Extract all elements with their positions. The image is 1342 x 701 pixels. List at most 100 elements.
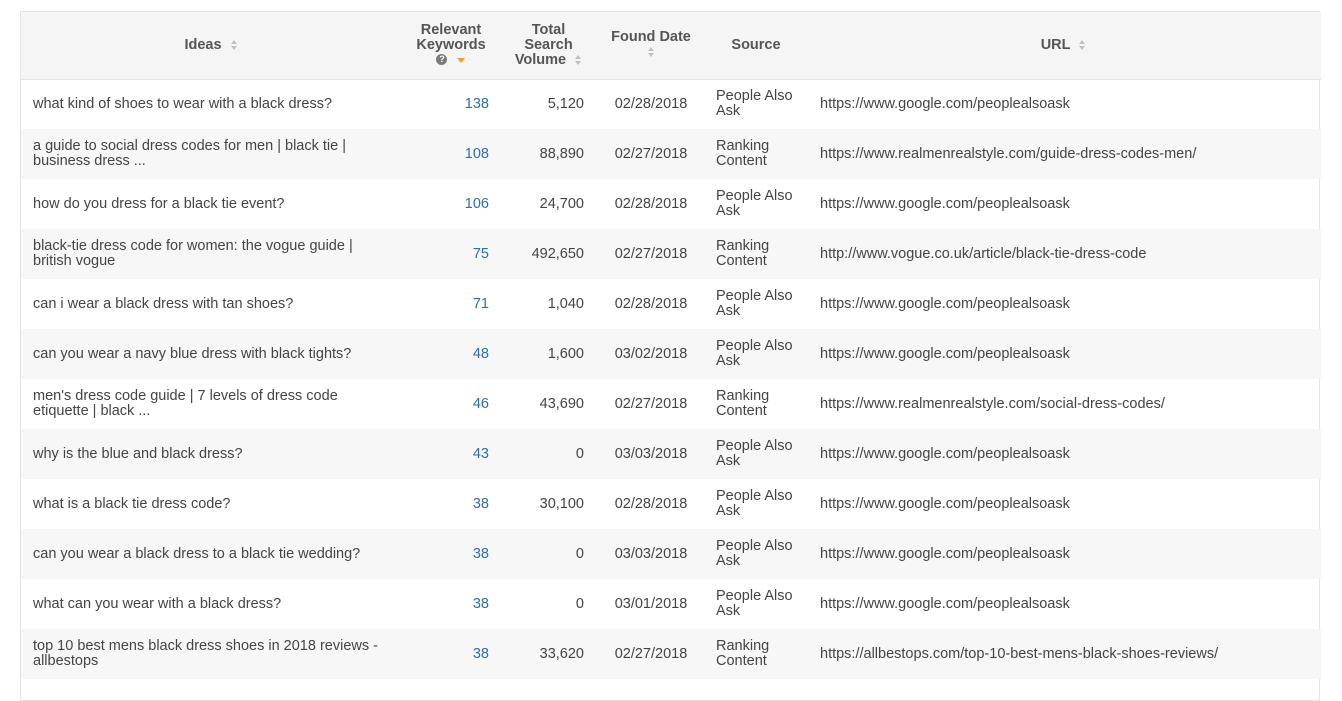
idea-cell: what can you wear with a black dress?	[33, 595, 282, 612]
column-header-found-date[interactable]: Found Date	[596, 12, 706, 80]
search-volume-cell: 30,100	[539, 495, 584, 512]
idea-cell: men's dress code guide | 7 levels of dre…	[33, 388, 338, 419]
source-line-1: Ranking	[716, 638, 770, 654]
source-line-1: People Also	[716, 188, 793, 204]
column-header-source[interactable]: Source	[706, 12, 806, 80]
sort-icon	[230, 39, 237, 50]
source-line-1: People Also	[716, 588, 793, 604]
source-line-2: Content	[716, 653, 767, 669]
source-cell: People Also Ask	[706, 79, 806, 129]
url-cell: https://www.google.com/peoplealsoask	[820, 345, 1070, 362]
source-line-1: Ranking	[716, 238, 770, 254]
source-line-2: Ask	[716, 103, 741, 120]
source-line-2: Ask	[716, 303, 741, 319]
url-cell: https://www.google.com/peoplealsoask	[820, 295, 1070, 312]
idea-cell: top 10 best mens black dress shoes in 20…	[33, 638, 378, 669]
column-header-ideas[interactable]: Ideas	[21, 12, 401, 80]
relevant-keywords-link[interactable]: 38	[401, 629, 501, 679]
table-row[interactable]: what kind of shoes to wear with a black …	[21, 79, 1321, 129]
relevant-keywords-link[interactable]: 48	[401, 329, 501, 379]
source-cell: People Also Ask	[706, 429, 806, 479]
column-header-url[interactable]: URL	[806, 12, 1321, 80]
source-line-1: People Also	[716, 338, 793, 354]
source-cell: Ranking Content	[706, 129, 806, 179]
ideas-table-panel: Ideas Relevant Keywords ? Total Search V…	[20, 11, 1321, 701]
table-row[interactable]: can you wear a black dress to a black ti…	[21, 529, 1321, 579]
relevant-keywords-link[interactable]: 46	[401, 379, 501, 429]
source-line-1: People Also	[716, 288, 793, 304]
relevant-keywords-link[interactable]: 43	[401, 429, 501, 479]
found-date-cell: 02/28/2018	[614, 195, 688, 212]
source-line-2: Content	[716, 253, 767, 269]
source-cell: People Also Ask	[706, 579, 806, 629]
idea-cell: can you wear a black dress to a black ti…	[33, 545, 361, 562]
table-body: what kind of shoes to wear with a black …	[21, 79, 1321, 679]
help-icon[interactable]: ?	[436, 54, 448, 66]
table-row[interactable]: black-tie dress code for women: the vogu…	[21, 229, 1321, 279]
table-row[interactable]: can i wear a black dress with tan shoes?…	[21, 279, 1321, 329]
relevant-keywords-link[interactable]: 38	[401, 579, 501, 629]
source-line-2: Content	[716, 153, 767, 169]
column-header-relevant-keywords[interactable]: Relevant Keywords ?	[401, 12, 501, 80]
source-line-2: Ask	[716, 353, 741, 369]
ideas-header-label: Ideas	[184, 36, 222, 53]
keywords-header-line2: Keywords	[416, 36, 486, 53]
volume-header-line1: Total	[531, 21, 566, 38]
source-line-2: Ask	[716, 503, 741, 519]
source-cell: People Also Ask	[706, 179, 806, 229]
url-cell: https://allbestops.com/top-10-best-mens-…	[820, 645, 1219, 662]
source-cell: Ranking Content	[706, 629, 806, 679]
table-row[interactable]: why is the blue and black dress? 43 0 03/03…	[21, 429, 1321, 479]
search-volume-cell: 24,700	[539, 195, 584, 212]
relevant-keywords-link[interactable]: 75	[401, 229, 501, 279]
source-cell: People Also Ask	[706, 329, 806, 379]
found-date-cell: 02/27/2018	[614, 145, 688, 162]
found-date-cell: 03/03/2018	[614, 545, 688, 562]
relevant-keywords-link[interactable]: 71	[401, 279, 501, 329]
found-date-cell: 02/27/2018	[614, 395, 688, 412]
source-header-label: Source	[731, 36, 781, 53]
relevant-keywords-link[interactable]: 138	[401, 79, 501, 129]
url-cell: http://www.vogue.co.uk/article/black-tie…	[820, 245, 1147, 262]
idea-cell: a guide to social dress codes for men | …	[33, 138, 346, 169]
volume-header-line3: Volume	[514, 51, 567, 68]
ideas-table: Ideas Relevant Keywords ? Total Search V…	[21, 12, 1321, 679]
found-date-cell: 02/28/2018	[614, 295, 688, 312]
table-row[interactable]: top 10 best mens black dress shoes in 20…	[21, 629, 1321, 679]
search-volume-cell: 1,040	[547, 295, 584, 312]
found-date-cell: 03/03/2018	[614, 445, 688, 462]
found-date-cell: 03/01/2018	[614, 595, 688, 612]
volume-header-line2: Search	[524, 36, 573, 53]
search-volume-cell: 43,690	[539, 395, 584, 412]
url-cell: https://www.google.com/peoplealsoask	[820, 545, 1070, 562]
found-date-cell: 02/28/2018	[614, 495, 688, 512]
idea-cell: can i wear a black dress with tan shoes?	[33, 295, 294, 312]
relevant-keywords-link[interactable]: 108	[401, 129, 501, 179]
url-cell: https://www.google.com/peoplealsoask	[820, 445, 1070, 462]
source-cell: Ranking Content	[706, 229, 806, 279]
source-line-2: Ask	[716, 203, 741, 219]
url-cell: https://www.realmenrealstyle.com/guide-d…	[820, 145, 1197, 162]
idea-cell: black-tie dress code for women: the vogu…	[33, 238, 353, 269]
table-row[interactable]: what can you wear with a black dress? 38 0…	[21, 579, 1321, 629]
table-row[interactable]: can you wear a navy blue dress with blac…	[21, 329, 1321, 379]
source-line-2: Ask	[716, 553, 741, 569]
relevant-keywords-link[interactable]: 106	[401, 179, 501, 229]
found-date-cell: 03/02/2018	[614, 345, 688, 362]
table-row[interactable]: how do you dress for a black tie event? 1…	[21, 179, 1321, 229]
source-line-1: Ranking	[716, 388, 770, 404]
column-header-total-search-volume[interactable]: Total Search Volume	[501, 12, 596, 80]
relevant-keywords-link[interactable]: 38	[401, 479, 501, 529]
relevant-keywords-link[interactable]: 38	[401, 529, 501, 579]
search-volume-cell: 492,650	[531, 245, 584, 262]
source-cell: People Also Ask	[706, 529, 806, 579]
table-row[interactable]: a guide to social dress codes for men | …	[21, 129, 1321, 179]
source-line-1: People Also	[716, 88, 793, 105]
table-row[interactable]: what is a black tie dress code? 38 30,100 0…	[21, 479, 1321, 529]
table-row[interactable]: men's dress code guide | 7 levels of dre…	[21, 379, 1321, 429]
source-line-1: Ranking	[716, 138, 770, 154]
source-cell: People Also Ask	[706, 279, 806, 329]
idea-cell: what kind of shoes to wear with a black …	[33, 95, 333, 112]
sort-icon	[648, 47, 654, 58]
search-volume-cell: 5,120	[547, 95, 584, 112]
